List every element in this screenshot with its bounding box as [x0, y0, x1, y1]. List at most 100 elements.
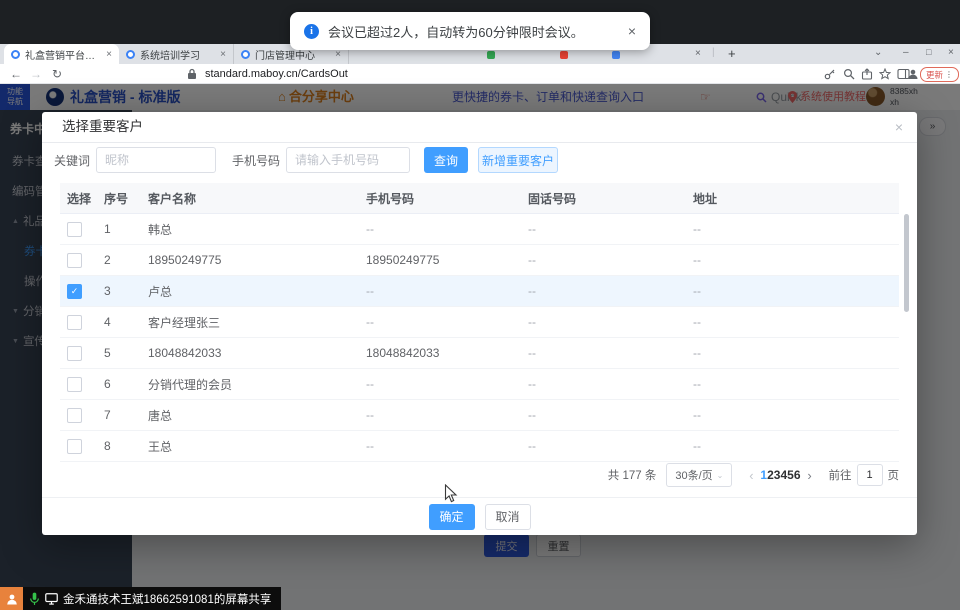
customer-name-cell: 18048842033 [148, 346, 366, 360]
modal-title: 选择重要客户 [62, 112, 143, 142]
table-scrollbar[interactable] [904, 214, 909, 312]
next-page-icon[interactable]: › [801, 468, 819, 483]
share-icon[interactable] [861, 68, 873, 80]
phone-cell: -- [366, 315, 528, 329]
table-row[interactable]: ✓3卢总------ [60, 276, 899, 307]
key-icon[interactable] [824, 68, 836, 80]
new-tab-button[interactable]: + [728, 46, 736, 61]
column-header: 序号 [104, 190, 148, 207]
url-text[interactable]: standard.maboy.cn/CardsOut [205, 64, 348, 84]
row-select-cell: ✓ [60, 284, 104, 299]
back-icon[interactable]: ← [10, 64, 22, 84]
table-row[interactable]: 1韩总------ [60, 214, 899, 245]
table-row[interactable]: 21895024977518950249775---- [60, 245, 899, 276]
row-checkbox[interactable] [67, 253, 82, 268]
page-size-value: 30条/页 [675, 467, 712, 483]
meeting-notification: i 会议已超过2人，自动转为60分钟限时会议。 × [290, 12, 650, 50]
browser-toolbar: ← → ↻ standard.maboy.cn/CardsOut 更新 ⋮ [0, 64, 960, 84]
mouse-cursor [444, 484, 458, 504]
row-checkbox[interactable] [67, 315, 82, 330]
update-button[interactable]: 更新 ⋮ [920, 67, 959, 82]
phone-input[interactable] [286, 147, 410, 173]
browser-tab[interactable]: 系统培训学习× [119, 44, 234, 64]
customer-name-cell: 卢总 [148, 283, 366, 300]
query-button[interactable]: 查询 [424, 147, 468, 173]
table-row[interactable]: 4客户经理张三------ [60, 307, 899, 338]
row-checkbox[interactable] [67, 377, 82, 392]
address-cell: -- [693, 439, 899, 453]
row-select-cell [60, 408, 104, 423]
modal-header: 选择重要客户 × [42, 112, 917, 143]
add-customer-button[interactable]: 新增重要客户 [478, 147, 558, 173]
page-number[interactable]: 6 [794, 468, 801, 482]
tab-close-icon[interactable]: × [335, 49, 341, 60]
tab-title: 礼盒营销平台管理中心 [25, 47, 101, 62]
tab-favicon-icon [241, 50, 250, 59]
page-number[interactable]: 5 [787, 468, 794, 482]
customer-name-cell: 唐总 [148, 407, 366, 424]
customer-name-cell: 王总 [148, 438, 366, 455]
chevron-down-icon: ⌄ [717, 471, 724, 480]
confirm-button[interactable]: 确定 [429, 504, 475, 530]
bookmark-star-icon[interactable] [879, 68, 891, 80]
row-index-cell: 8 [104, 439, 148, 453]
address-cell: -- [693, 377, 899, 391]
lock-icon [187, 68, 197, 80]
row-index-cell: 1 [104, 222, 148, 236]
modal-close-icon[interactable]: × [895, 119, 903, 135]
window-minimize-icon[interactable]: – [903, 47, 909, 58]
covered-tab-close-icon[interactable]: × [695, 48, 701, 59]
goto-page-input[interactable] [857, 464, 883, 486]
landline-cell: -- [528, 222, 693, 236]
column-header: 客户名称 [148, 190, 366, 207]
tab-close-icon[interactable]: × [220, 49, 226, 60]
row-checkbox[interactable] [67, 439, 82, 454]
page-numbers: 123456 [760, 468, 800, 482]
select-customer-modal: 选择重要客户 × 关键词 手机号码 查询 新增重要客户 选择序号客户名称手机号码… [42, 112, 917, 535]
table-header-row: 选择序号客户名称手机号码固话号码地址 [60, 183, 899, 214]
row-index-cell: 6 [104, 377, 148, 391]
window-maximize-icon[interactable]: □ [926, 47, 931, 57]
prev-page-icon[interactable]: ‹ [742, 468, 760, 483]
landline-cell: -- [528, 315, 693, 329]
more-dots-icon: ⋮ [945, 70, 953, 79]
zoom-icon[interactable] [843, 68, 855, 80]
landline-cell: -- [528, 439, 693, 453]
notification-close-icon[interactable]: × [628, 23, 636, 39]
screen-share-icon [45, 593, 58, 605]
row-checkbox[interactable] [67, 346, 82, 361]
landline-cell: -- [528, 408, 693, 422]
table-row[interactable]: 51804884203318048842033---- [60, 338, 899, 369]
landline-cell: -- [528, 377, 693, 391]
window-close-icon[interactable]: × [948, 47, 954, 58]
window-menu-icon[interactable]: ⌄ [874, 47, 882, 58]
page-number[interactable]: 2 [767, 468, 774, 482]
row-select-cell [60, 346, 104, 361]
address-cell: -- [693, 315, 899, 329]
row-checkbox[interactable]: ✓ [67, 284, 82, 299]
phone-cell: -- [366, 222, 528, 236]
profile-icon[interactable] [907, 68, 919, 80]
row-checkbox[interactable] [67, 408, 82, 423]
tab-close-icon[interactable]: × [106, 49, 112, 60]
update-label: 更新 [926, 69, 943, 81]
row-checkbox[interactable] [67, 222, 82, 237]
column-header: 固话号码 [528, 190, 693, 207]
modal-footer: 确定 取消 [42, 497, 917, 535]
address-cell: -- [693, 346, 899, 360]
screen-share-bar: 金禾通技术王斌18662591081的屏幕共享 [0, 587, 281, 610]
reload-icon[interactable]: ↻ [52, 64, 62, 84]
row-index-cell: 5 [104, 346, 148, 360]
tab-favicon-icon [126, 50, 135, 59]
table-row[interactable]: 7唐总------ [60, 400, 899, 431]
cancel-button[interactable]: 取消 [485, 504, 531, 530]
forward-icon[interactable]: → [30, 64, 42, 84]
page-size-select[interactable]: 30条/页 ⌄ [666, 463, 732, 487]
table-row[interactable]: 8王总------ [60, 431, 899, 462]
table-row[interactable]: 6分销代理的会员------ [60, 369, 899, 400]
phone-cell: 18048842033 [366, 346, 528, 360]
customer-name-cell: 分销代理的会员 [148, 376, 366, 393]
browser-tab[interactable]: 礼盒营销平台管理中心 × [4, 44, 119, 64]
keyword-input[interactable] [96, 147, 216, 173]
phone-cell: -- [366, 439, 528, 453]
